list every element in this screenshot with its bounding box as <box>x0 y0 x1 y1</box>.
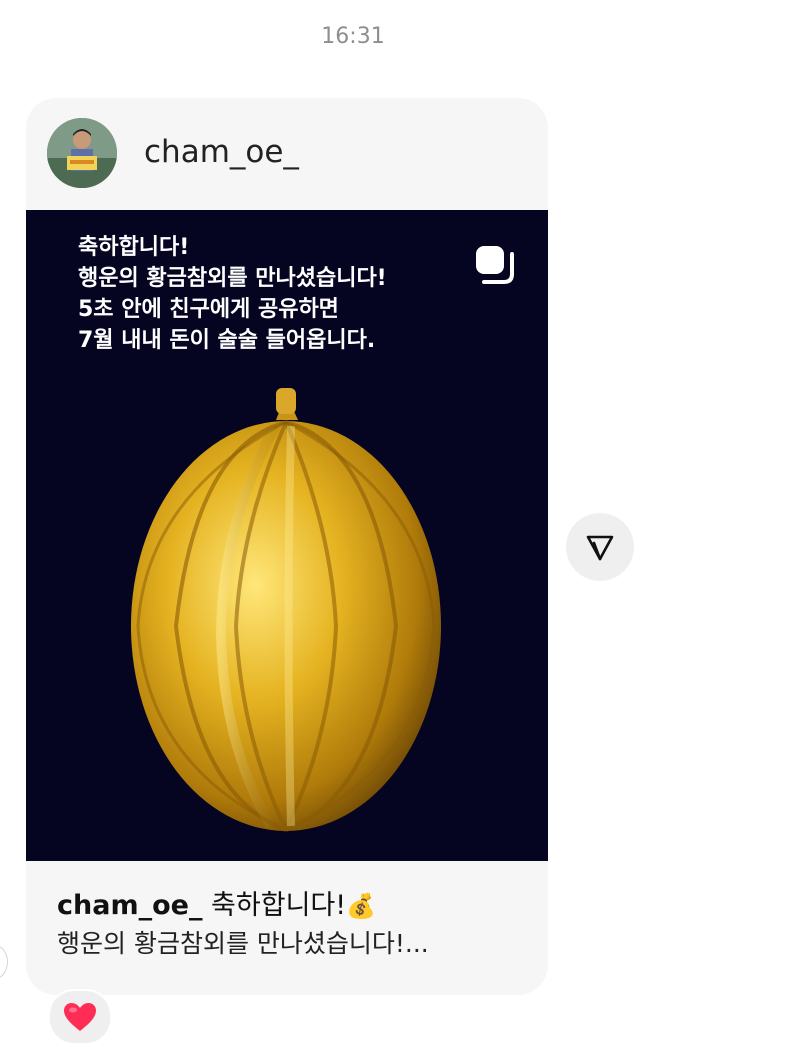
image-text-line: 행운의 황금참외를 만나셨습니다! <box>78 266 387 291</box>
reaction-badge[interactable] <box>48 989 112 1045</box>
image-text-line: 축하합니다! <box>78 235 190 260</box>
image-text-block: 축하합니다! 행운의 황금참외를 만나셨습니다! 5초 안에 친구에게 공유하면… <box>78 232 387 356</box>
money-bag-icon: 💰 <box>346 892 376 920</box>
image-text-line: 7월 내내 돈이 술술 들어옵니다. <box>78 328 376 353</box>
caption-text: 축하합니다! <box>211 890 347 921</box>
post-image[interactable]: 축하합니다! 행운의 황금참외를 만나셨습니다! 5초 안에 친구에게 공유하면… <box>26 210 548 861</box>
profile-avatar[interactable] <box>47 118 117 188</box>
post-header[interactable]: cham_oe_ <box>26 98 548 210</box>
golden-melon-image <box>131 388 441 832</box>
share-button[interactable] <box>566 513 634 581</box>
message-timestamp: 16:31 <box>321 24 385 49</box>
partial-avatar <box>0 944 8 980</box>
caption-text-line2: 행운의 황금참외를 만나셨습니다!... <box>57 929 429 958</box>
post-caption[interactable]: cham_oe_ 축하합니다!💰 행운의 황금참외를 만나셨습니다!... <box>57 886 527 962</box>
heart-icon <box>64 1003 96 1031</box>
carousel-icon <box>476 246 514 284</box>
post-username[interactable]: cham_oe_ <box>144 134 299 170</box>
shared-post-card[interactable]: cham_oe_ 축하합니다! 행운의 황금참외를 만나셨습니다! 5초 안에 … <box>26 98 548 995</box>
caption-username[interactable]: cham_oe_ <box>57 890 202 921</box>
image-text-line: 5초 안에 친구에게 공유하면 <box>78 297 339 322</box>
send-icon <box>586 535 614 561</box>
